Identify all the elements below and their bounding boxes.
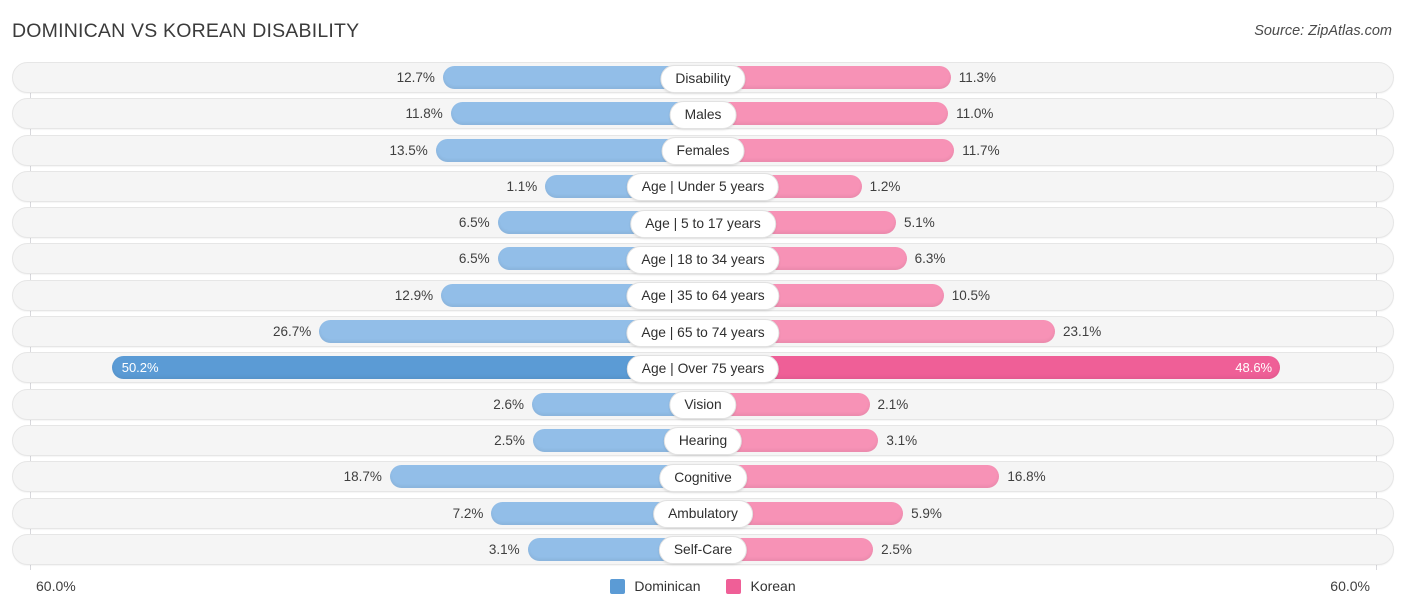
row-category-label[interactable]: Cognitive <box>659 463 747 492</box>
value-label-dominican: 6.5% <box>458 251 490 267</box>
value-label-korean: 1.2% <box>869 178 901 194</box>
legend-swatch-icon <box>610 578 626 594</box>
bar-dominican[interactable] <box>450 102 703 126</box>
row-category-label[interactable]: Males <box>669 100 737 129</box>
value-label-dominican: 12.9% <box>394 287 434 303</box>
table-row[interactable]: 6.5% 6.3% Age | 18 to 34 years <box>0 243 1406 275</box>
value-label-korean: 6.3% <box>914 251 946 267</box>
chart-footer: 60.0% 60.0% Dominican Korean <box>0 570 1406 612</box>
value-label-korean: 23.1% <box>1062 324 1102 340</box>
bar-dominican[interactable] <box>111 356 703 380</box>
row-category-label[interactable]: Age | Under 5 years <box>626 173 780 202</box>
value-label-dominican: 2.5% <box>494 432 525 448</box>
table-row[interactable]: 3.1% 2.5% Self-Care <box>0 533 1406 565</box>
value-label-korean: 2.5% <box>881 541 912 557</box>
row-category-label[interactable]: Self-Care <box>658 536 748 565</box>
value-label-dominican: 11.8% <box>405 106 443 122</box>
table-row[interactable]: 26.7% 23.1% Age | 65 to 74 years <box>0 316 1406 348</box>
row-category-label[interactable]: Vision <box>669 391 737 420</box>
row-category-label[interactable]: Age | 65 to 74 years <box>626 318 780 347</box>
row-category-label[interactable]: Ambulatory <box>653 500 753 529</box>
chart-legend: Dominican Korean <box>0 578 1406 594</box>
value-label-dominican: 50.2% <box>121 360 159 376</box>
row-category-label[interactable]: Hearing <box>663 427 743 456</box>
row-category-label[interactable]: Disability <box>660 64 746 93</box>
value-label-korean: 11.3% <box>958 70 997 85</box>
value-label-dominican: 12.7% <box>396 70 435 85</box>
table-row[interactable]: 11.8% 11.0% Males <box>0 98 1406 130</box>
legend-swatch-icon <box>726 578 742 594</box>
value-label-dominican: 1.1% <box>506 178 538 194</box>
value-label-dominican: 7.2% <box>452 505 484 521</box>
table-row[interactable]: 1.1% 1.2% Age | Under 5 years <box>0 170 1406 202</box>
legend-label: Korean <box>750 578 796 594</box>
chart-root: DOMINICAN VS KOREAN DISABILITY Source: Z… <box>0 0 1406 612</box>
chart-header: DOMINICAN VS KOREAN DISABILITY Source: Z… <box>0 0 1406 62</box>
bar-rows: 12.7% 11.3% Disability 11.8% 11.0% Males 13.5%… <box>0 62 1406 570</box>
table-row[interactable]: 12.7% 11.3% Disability <box>0 62 1406 93</box>
value-label-korean: 3.1% <box>886 432 918 448</box>
row-category-label[interactable]: Females <box>661 137 745 166</box>
value-label-korean: 11.0% <box>956 106 994 122</box>
bar-korean[interactable] <box>703 465 1000 489</box>
page-title: DOMINICAN VS KOREAN DISABILITY <box>12 20 360 42</box>
value-label-korean: 48.6% <box>1235 360 1273 376</box>
table-row[interactable]: 50.2% 48.6% Age | Over 75 years <box>0 352 1406 384</box>
row-category-label[interactable]: Age | 18 to 34 years <box>626 245 780 274</box>
row-category-label[interactable]: Age | 5 to 17 years <box>630 209 776 238</box>
table-row[interactable]: 2.5% 3.1% Hearing <box>0 424 1406 456</box>
table-row[interactable]: 7.2% 5.9% Ambulatory <box>0 497 1406 529</box>
value-label-dominican: 6.5% <box>458 215 490 231</box>
source-attribution: Source: ZipAtlas.com <box>1254 23 1392 39</box>
legend-item[interactable]: Dominican <box>610 578 700 594</box>
bar-korean[interactable] <box>703 102 949 126</box>
value-label-dominican: 13.5% <box>389 142 428 158</box>
plot-area: 12.7% 11.3% Disability 11.8% 11.0% Males 13.5%… <box>0 62 1406 570</box>
table-row[interactable]: 2.6% 2.1% Vision <box>0 388 1406 420</box>
table-row[interactable]: 18.7% 16.8% Cognitive <box>0 461 1406 493</box>
value-label-korean: 10.5% <box>951 287 990 303</box>
value-label-korean: 2.1% <box>877 396 909 412</box>
row-category-label[interactable]: Age | Over 75 years <box>626 354 780 383</box>
value-label-korean: 5.1% <box>904 215 935 231</box>
table-row[interactable]: 6.5% 5.1% Age | 5 to 17 years <box>0 207 1406 239</box>
value-label-korean: 5.9% <box>911 505 942 521</box>
value-label-korean: 11.7% <box>962 142 1000 158</box>
value-label-korean: 16.8% <box>1007 469 1046 485</box>
value-label-dominican: 2.6% <box>493 396 525 412</box>
row-category-label[interactable]: Age | 35 to 64 years <box>626 282 780 311</box>
legend-label: Dominican <box>634 578 701 594</box>
bar-korean[interactable] <box>703 356 1281 380</box>
legend-item[interactable]: Korean <box>726 578 796 594</box>
table-row[interactable]: 13.5% 11.7% Females <box>0 134 1406 166</box>
value-label-dominican: 3.1% <box>488 541 520 557</box>
bar-dominican[interactable] <box>389 465 703 489</box>
table-row[interactable]: 12.9% 10.5% Age | 35 to 64 years <box>0 279 1406 311</box>
value-label-dominican: 26.7% <box>272 324 312 340</box>
value-label-dominican: 18.7% <box>343 469 382 485</box>
